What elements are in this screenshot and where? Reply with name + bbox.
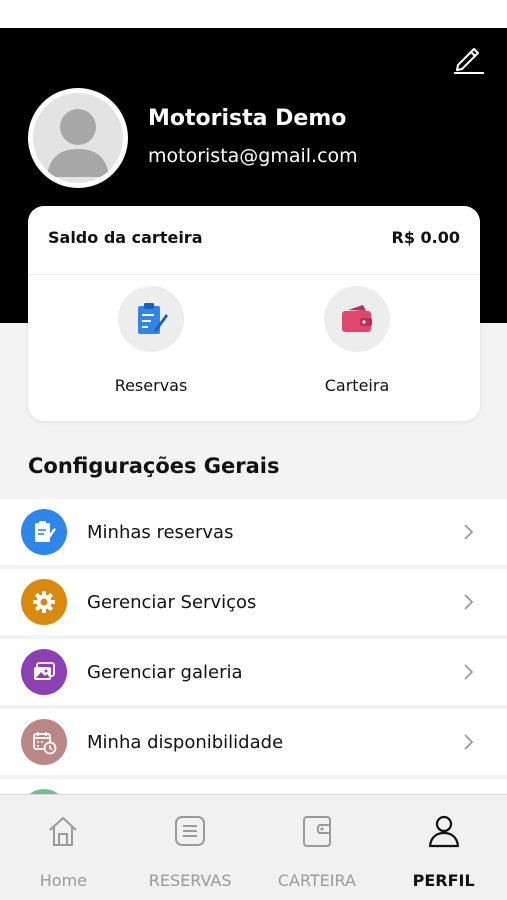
avatar[interactable] [28, 88, 128, 188]
menu-item-label: Minha disponibilidade [87, 731, 284, 753]
nav-label-home: Home [39, 871, 87, 890]
edit-pencil-icon [454, 48, 484, 74]
quick-action-icon-circle [118, 286, 184, 352]
menu-item-gerenciar-servicos[interactable]: Gerenciar Serviços [0, 569, 507, 635]
quick-action-label-carteira: Carteira [324, 376, 390, 395]
quick-action-reservas[interactable]: Reservas [71, 286, 231, 395]
menu-item-minha-disponibilidade[interactable]: Minha disponibilidade [0, 709, 507, 775]
menu-item-label: Minhas reservas [87, 521, 234, 543]
list-icon [172, 813, 208, 849]
settings-menu: Minhas reservas Gerenciar Serviços Geren… [0, 499, 507, 779]
nav-label-perfil: PERFIL [412, 871, 475, 890]
edit-profile-button[interactable] [449, 40, 485, 76]
menu-icon-circle [21, 719, 67, 765]
gear-icon [33, 591, 55, 613]
quick-action-label-reservas: Reservas [114, 376, 188, 395]
clipboard-edit-icon [35, 521, 56, 542]
nav-label-carteira: CARTEIRA [277, 871, 356, 890]
home-icon [45, 813, 81, 849]
avatar-placeholder [33, 93, 123, 183]
divider [28, 274, 480, 275]
quick-action-carteira[interactable]: Carteira [277, 286, 437, 395]
nav-item-home[interactable]: Home [0, 795, 127, 900]
quick-action-icon-circle [324, 286, 390, 352]
person-icon [426, 813, 462, 849]
status-bar [0, 0, 507, 28]
menu-item-gerenciar-galeria[interactable]: Gerenciar galeria [0, 639, 507, 705]
menu-icon-circle [21, 579, 67, 625]
nav-item-perfil[interactable]: PERFIL [380, 795, 507, 900]
gallery-icon [34, 662, 55, 680]
chevron-right-icon [463, 593, 475, 611]
wallet-balance-row: Saldo da carteira R$ 0.00 [48, 228, 460, 247]
wallet-icon [342, 305, 372, 332]
nav-label-reservas: RESERVAS [148, 871, 232, 890]
chevron-right-icon [463, 733, 475, 751]
menu-icon-circle [21, 509, 67, 555]
wallet-icon [299, 813, 335, 849]
wallet-card: Saldo da carteira R$ 0.00 Reservas Carte… [28, 206, 480, 421]
chevron-right-icon [463, 663, 475, 681]
nav-item-reservas[interactable]: RESERVAS [127, 795, 254, 900]
chevron-right-icon [463, 523, 475, 541]
bottom-nav: Home RESERVAS CARTEIRA PERFIL [0, 794, 507, 900]
menu-item-label: Gerenciar galeria [87, 661, 243, 683]
wallet-balance-value: R$ 0.00 [391, 228, 461, 247]
menu-item-minhas-reservas[interactable]: Minhas reservas [0, 499, 507, 565]
section-title: Configurações Gerais [28, 454, 280, 478]
profile-email: motorista@gmail.com [148, 145, 358, 167]
profile-name: Motorista Demo [148, 106, 347, 131]
clipboard-edit-icon [138, 303, 168, 334]
calendar-clock-icon [33, 732, 57, 755]
wallet-balance-label: Saldo da carteira [48, 228, 203, 247]
nav-item-carteira[interactable]: CARTEIRA [254, 795, 381, 900]
user-silhouette-icon [47, 109, 109, 177]
menu-item-label: Gerenciar Serviços [87, 591, 257, 613]
menu-icon-circle [21, 649, 67, 695]
